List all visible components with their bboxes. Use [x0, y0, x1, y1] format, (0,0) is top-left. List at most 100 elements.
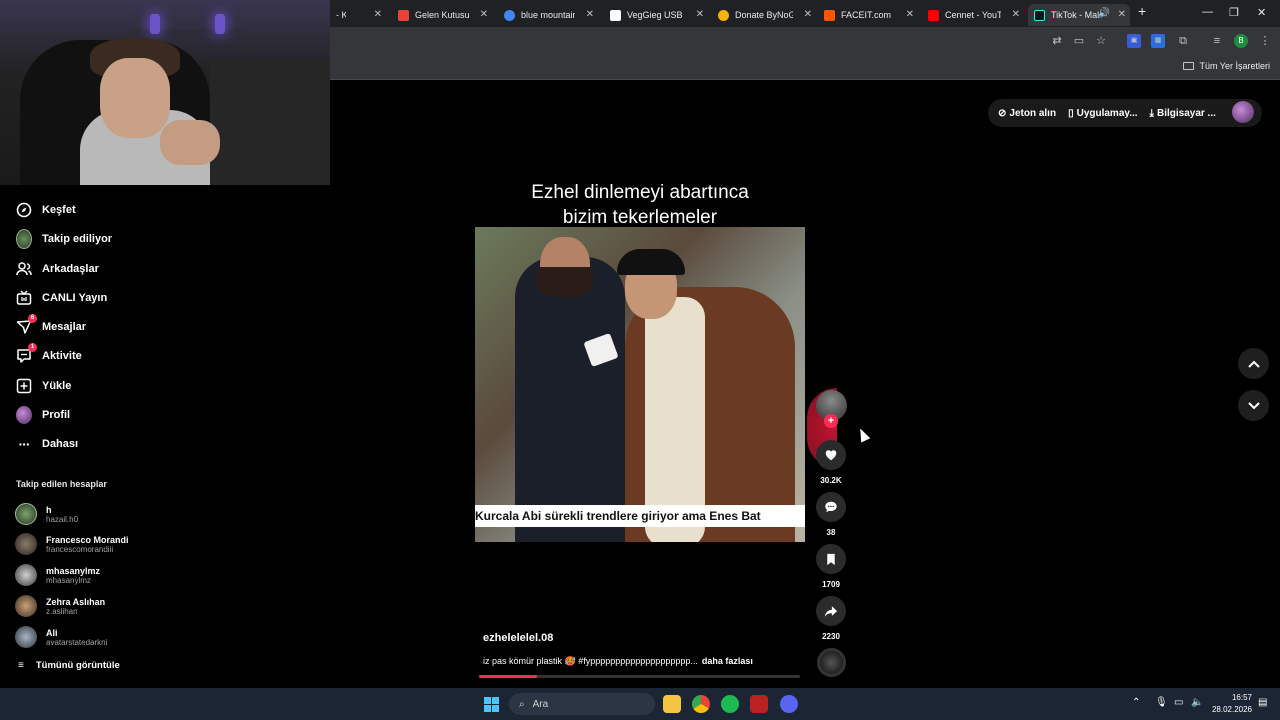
friends-icon — [16, 261, 32, 277]
sidebar-item-upload[interactable]: Yükle — [16, 375, 71, 397]
sidebar-item-profile[interactable]: Profil — [16, 404, 70, 426]
close-icon[interactable]: ✕ — [480, 9, 488, 20]
google-icon — [504, 9, 515, 21]
followed-account[interactable]: mhasanylmz mhasanylmz — [15, 562, 100, 588]
account-username: avatarstatedarkni — [46, 637, 108, 647]
followed-account[interactable]: Ali avatarstatedarkni — [15, 624, 107, 650]
notification-icon[interactable]: ▤ — [1258, 697, 1267, 708]
close-icon[interactable]: ✕ — [1012, 9, 1020, 20]
share-count: 2230 — [822, 632, 840, 641]
windows-start-button[interactable] — [484, 697, 499, 712]
see-all-button[interactable]: ≡ Tümünü görüntüle — [18, 660, 120, 671]
star-icon[interactable]: ☆ — [1094, 34, 1108, 48]
close-window-button[interactable]: ✕ — [1257, 6, 1266, 19]
maximize-button[interactable]: ❐ — [1229, 6, 1239, 19]
close-icon[interactable]: ✕ — [804, 9, 812, 20]
browser-tab[interactable]: Gelen Kutusu (7) ✕ — [392, 4, 492, 26]
tab-label: blue mountain s — [521, 10, 575, 20]
video-title: Ezhel dinlemeyi abartınca bizim tekerlem… — [475, 180, 805, 230]
music-disc-icon[interactable] — [817, 648, 846, 677]
browser-tab[interactable]: Cennet - YouTub ✕ — [922, 4, 1024, 26]
chrome-icon[interactable] — [692, 695, 710, 713]
close-icon[interactable]: ✕ — [374, 9, 382, 20]
sidebar-item-friends[interactable]: Arkadaşlar — [16, 258, 99, 280]
browser-tab[interactable]: VegGieg USB 3.0 ✕ — [604, 4, 708, 26]
sidebar-item-explore[interactable]: Keşfet — [16, 199, 76, 221]
browser-tab[interactable]: Donate ByNoGa ✕ — [712, 4, 816, 26]
video-player[interactable]: Kurcala Abi sürekli trendlere giriyor am… — [475, 227, 805, 542]
app-icon[interactable] — [750, 695, 768, 713]
see-more-link[interactable]: daha fazlası — [702, 656, 753, 666]
minimize-button[interactable]: — — [1202, 6, 1213, 18]
chevron-up-icon[interactable]: ⌃ — [1132, 697, 1140, 708]
sidebar-item-label: CANLI Yayın — [42, 292, 108, 304]
video-author[interactable]: ezhelelelel.08 — [483, 632, 553, 644]
sidebar-item-more[interactable]: ··· Dahası — [16, 433, 79, 455]
new-tab-button[interactable]: + — [1138, 3, 1146, 19]
discord-icon[interactable] — [780, 695, 798, 713]
sidebar-item-label: Dahası — [42, 438, 79, 450]
spotify-icon[interactable] — [721, 695, 739, 713]
sidebar-item-label: Mesajlar — [42, 321, 87, 333]
extension-icon[interactable]: ▣ — [1127, 34, 1141, 48]
account-name: Ali — [46, 627, 58, 638]
like-button[interactable] — [816, 440, 846, 470]
avatar — [15, 503, 37, 525]
extension-icon[interactable]: ▦ — [1151, 34, 1165, 48]
desktop-app-button[interactable]: ⤓ Bilgisayar ... — [1150, 108, 1216, 119]
close-icon[interactable]: ✕ — [696, 9, 704, 20]
volume-icon[interactable]: 🔈 — [1191, 697, 1203, 708]
previous-video-button[interactable] — [1238, 348, 1269, 379]
user-avatar[interactable] — [1232, 101, 1254, 123]
sidebar-item-messages[interactable]: 6 Mesajlar — [16, 314, 87, 338]
notification-badge: 6 — [28, 314, 37, 323]
close-icon[interactable]: ✕ — [1118, 9, 1126, 20]
get-coins-button[interactable]: ⊘ Jeton alın — [998, 108, 1056, 119]
cam-background — [210, 60, 330, 185]
sidebar-item-activity[interactable]: 1 Aktivite — [16, 343, 82, 367]
puzzle-icon[interactable]: ⧉ — [1176, 34, 1190, 48]
profile-icon — [16, 406, 32, 424]
cast-icon[interactable]: ▭ — [1072, 34, 1086, 48]
followed-account[interactable]: Zehra Aslıhan z.aslihan — [15, 593, 105, 619]
comment-button[interactable] — [816, 492, 846, 522]
sidebar-item-label: Profil — [42, 409, 71, 421]
see-all-label: Tümünü görüntüle — [35, 660, 120, 671]
system-clock[interactable]: 16:57 28.02.2026 — [1208, 692, 1252, 716]
bynogame-icon — [718, 9, 729, 21]
sidebar-item-label: Keşfet — [42, 204, 76, 216]
kebab-menu-icon[interactable]: ⋮ — [1258, 34, 1272, 48]
microphone-icon[interactable]: 🎙 — [1155, 697, 1168, 708]
reading-list-icon[interactable]: ≡ — [1210, 34, 1224, 48]
save-button[interactable] — [816, 544, 846, 574]
followed-account[interactable]: Francesco Morandi francescomorandiii — [15, 531, 129, 557]
follow-plus-icon[interactable]: + — [824, 414, 838, 428]
get-app-label: Uygulamay... — [1076, 107, 1138, 119]
followed-account[interactable]: h hazail.h0 — [15, 501, 78, 527]
all-bookmarks-button[interactable]: Tüm Yer İşaretleri — [1183, 61, 1270, 71]
activity-icon: 1 — [16, 343, 37, 364]
sidebar-item-label: Takip ediliyor — [42, 233, 113, 245]
browser-tab[interactable]: - Kick Da ✕ — [330, 4, 386, 26]
sidebar-item-live[interactable]: CANLI Yayın — [16, 287, 107, 309]
get-app-button[interactable]: ▯ Uygulamay... — [1068, 108, 1137, 119]
translate-icon[interactable]: ⇄ — [1050, 34, 1064, 48]
account-username: hazail.h0 — [46, 514, 79, 524]
browser-tab-active[interactable]: TikTok - Mak 🔊 ✕ — [1028, 4, 1130, 26]
file-explorer-icon[interactable] — [663, 695, 681, 713]
share-button[interactable] — [816, 596, 846, 626]
close-icon[interactable]: ✕ — [586, 9, 594, 20]
folder-icon — [1183, 62, 1195, 70]
sidebar-item-following[interactable]: Takip ediliyor — [16, 228, 112, 250]
network-icon[interactable]: ▭ — [1174, 697, 1183, 708]
video-progress-bar[interactable] — [479, 675, 800, 678]
account-name: mhasanylmz — [46, 565, 101, 576]
taskbar-search[interactable]: ⌕ Ara — [509, 693, 655, 715]
next-video-button[interactable] — [1238, 390, 1269, 421]
speaker-icon[interactable]: 🔊 — [1098, 8, 1110, 19]
browser-tab[interactable]: blue mountain s ✕ — [498, 4, 598, 26]
bookmark-icon — [827, 553, 835, 565]
close-icon[interactable]: ✕ — [906, 9, 914, 20]
browser-tab[interactable]: FACEIT.com ✕ — [818, 4, 918, 26]
profile-icon[interactable]: B — [1234, 34, 1248, 48]
